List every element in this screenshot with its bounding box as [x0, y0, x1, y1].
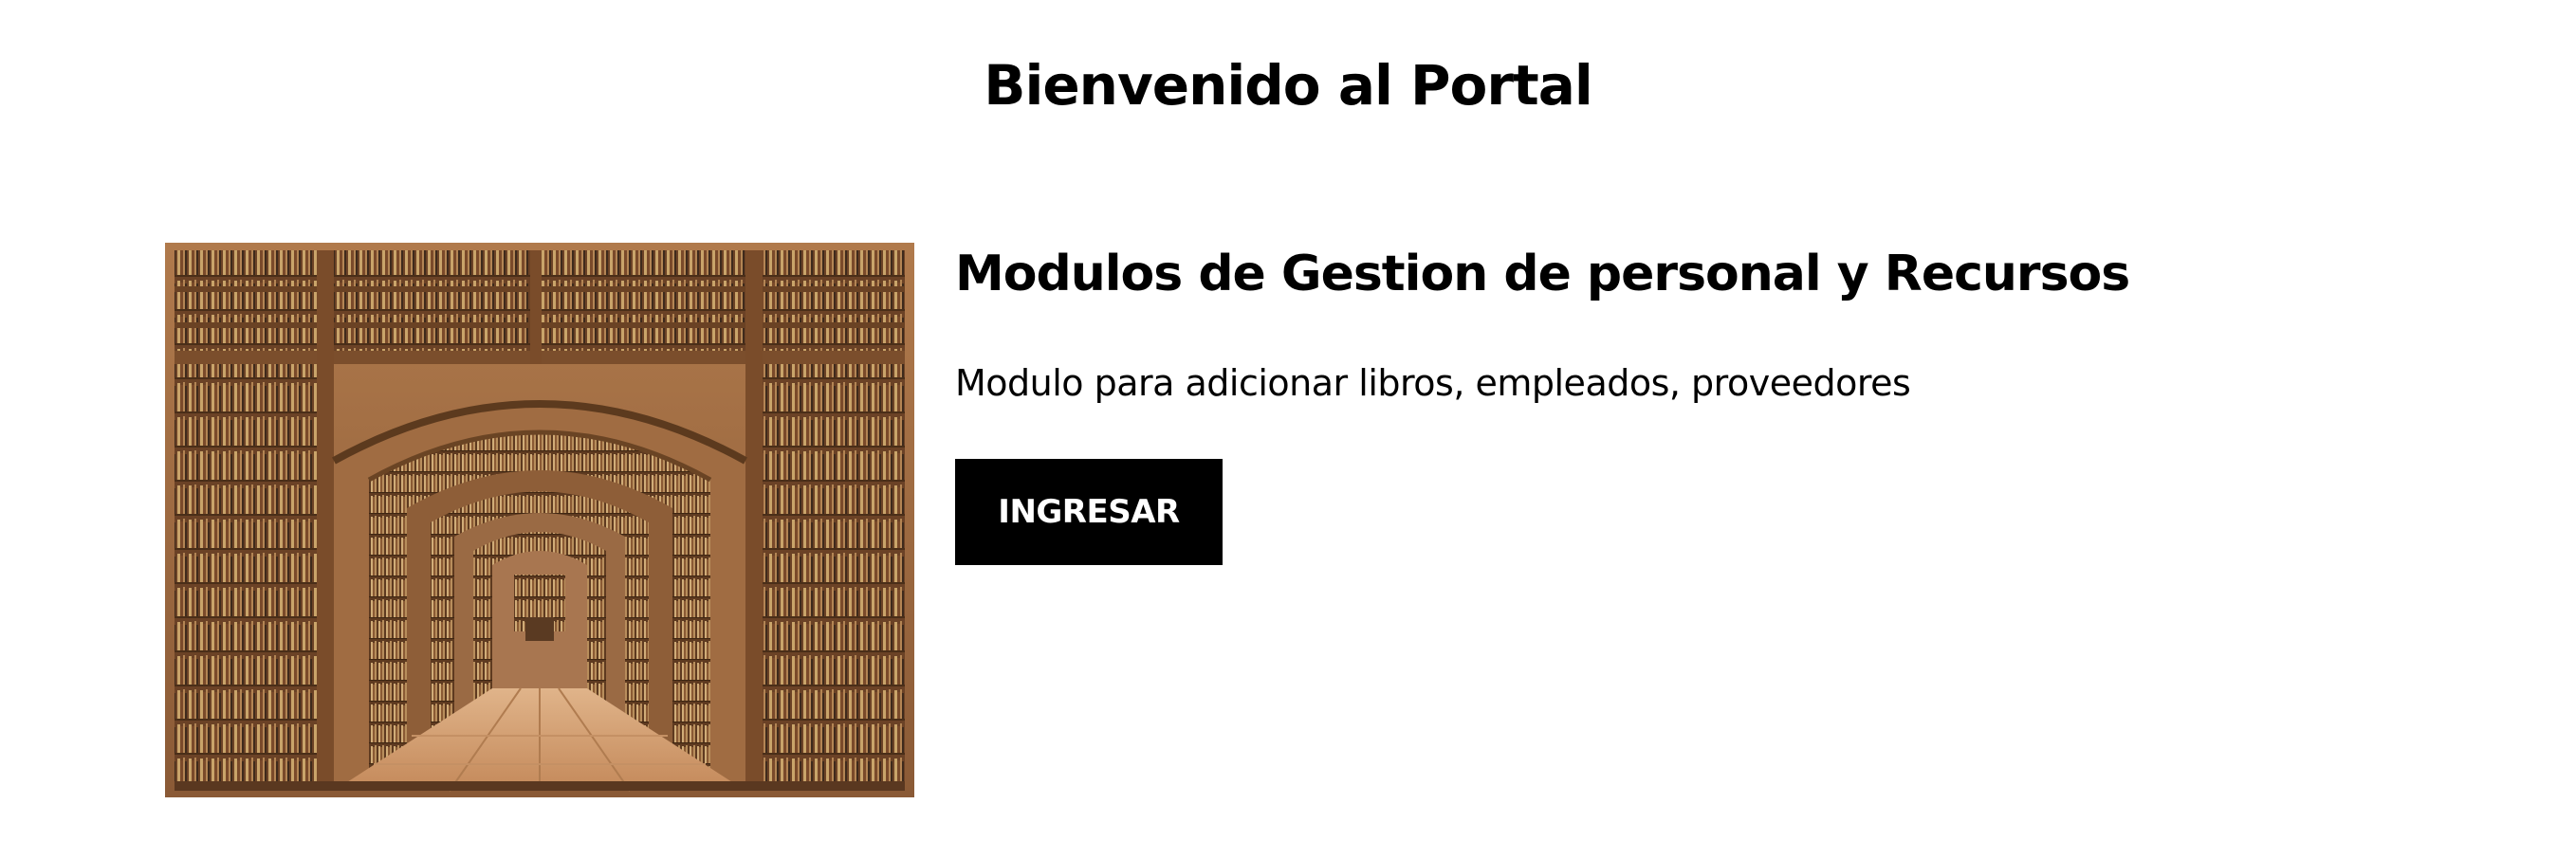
ingresar-button[interactable]: INGRESAR — [955, 459, 1223, 565]
module-description: Modulo para adicionar libros, empleados,… — [955, 362, 1911, 404]
page-title: Bienvenido al Portal — [984, 53, 1593, 118]
module-title: Modulos de Gestion de personal y Recurso… — [955, 246, 2130, 302]
library-image — [165, 243, 914, 797]
